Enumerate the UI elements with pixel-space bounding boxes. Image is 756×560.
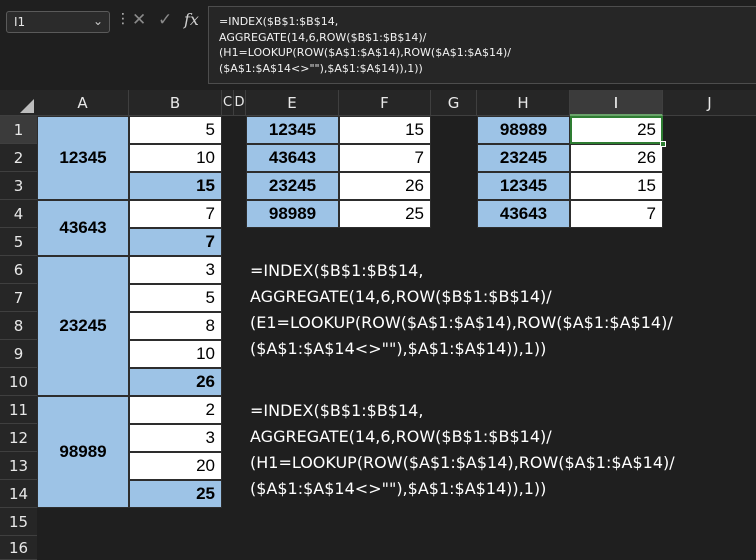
- column-header-c[interactable]: C: [222, 90, 234, 116]
- cell-b[interactable]: 10: [129, 144, 222, 172]
- formula-text-block-1: =INDEX($B$1:$B$14, AGGREGATE(14,6,ROW($B…: [250, 258, 673, 362]
- formula-text-line: =INDEX($B$1:$B$14,: [250, 261, 424, 280]
- row-header[interactable]: 13: [0, 452, 37, 480]
- cell-f[interactable]: 25: [339, 200, 431, 228]
- column-header-h[interactable]: H: [477, 90, 570, 116]
- column-header-i[interactable]: I: [570, 90, 663, 116]
- cell-h[interactable]: 43643: [477, 200, 570, 228]
- merged-cell-a[interactable]: 98989: [37, 396, 129, 508]
- merged-cell-a[interactable]: 23245: [37, 256, 129, 396]
- fill-handle[interactable]: [660, 141, 666, 147]
- cell-b[interactable]: 15: [129, 172, 222, 200]
- row-header[interactable]: 10: [0, 368, 37, 396]
- row-header[interactable]: 8: [0, 312, 37, 340]
- chevron-down-icon[interactable]: ⌄: [93, 14, 103, 28]
- cell-b[interactable]: 20: [129, 452, 222, 480]
- cell-b[interactable]: 2: [129, 396, 222, 424]
- row-header[interactable]: 3: [0, 172, 37, 200]
- cell-b[interactable]: 26: [129, 368, 222, 396]
- column-header-d[interactable]: D: [234, 90, 246, 116]
- row-header[interactable]: 1: [0, 116, 37, 144]
- formula-bar-area: I1 ⌄ ⋮ ✕ ✓ fx =INDEX($B$1:$B$14, AGGREGA…: [0, 0, 756, 90]
- name-box-value: I1: [14, 15, 26, 29]
- cell-b[interactable]: 25: [129, 480, 222, 508]
- column-header-b[interactable]: B: [129, 90, 222, 116]
- formula-text-line: =INDEX($B$1:$B$14,: [250, 401, 424, 420]
- formula-text-line: AGGREGATE(14,6,ROW($B$1:$B$14)/: [250, 287, 552, 306]
- cell-b[interactable]: 7: [129, 200, 222, 228]
- formula-line: (H1=LOOKUP(ROW($A$1:$A$14),ROW($A$1:$A$1…: [219, 46, 511, 59]
- cell-b[interactable]: 3: [129, 256, 222, 284]
- cell-i[interactable]: 7: [570, 200, 663, 228]
- cell-e[interactable]: 12345: [246, 116, 339, 144]
- cell-e[interactable]: 43643: [246, 144, 339, 172]
- insert-function-icon[interactable]: fx: [184, 10, 199, 29]
- merged-cell-a[interactable]: 12345: [37, 116, 129, 200]
- column-header-e[interactable]: E: [246, 90, 339, 116]
- column-header-j[interactable]: J: [663, 90, 756, 116]
- row-header[interactable]: 6: [0, 256, 37, 284]
- cell-e[interactable]: 23245: [246, 172, 339, 200]
- formula-text-line: AGGREGATE(14,6,ROW($B$1:$B$14)/: [250, 427, 552, 446]
- row-header[interactable]: 7: [0, 284, 37, 312]
- column-header-g[interactable]: G: [431, 90, 477, 116]
- row-header[interactable]: 11: [0, 396, 37, 424]
- formula-input[interactable]: =INDEX($B$1:$B$14, AGGREGATE(14,6,ROW($B…: [208, 6, 756, 84]
- row-header[interactable]: 2: [0, 144, 37, 172]
- cancel-icon[interactable]: ✕: [132, 10, 146, 30]
- row-header[interactable]: 12: [0, 424, 37, 452]
- cell-b[interactable]: 7: [129, 228, 222, 256]
- name-box[interactable]: I1 ⌄: [6, 11, 110, 33]
- row-header[interactable]: 16: [0, 536, 37, 560]
- formula-text-line: ($A$1:$A$14<>""),$A$1:$A$14)),1)): [250, 339, 547, 358]
- cell-f[interactable]: 26: [339, 172, 431, 200]
- cell-f[interactable]: 15: [339, 116, 431, 144]
- select-all-button[interactable]: [0, 90, 37, 116]
- formula-text-line: ($A$1:$A$14<>""),$A$1:$A$14)),1)): [250, 479, 547, 498]
- formula-buttons: ✕ ✓ fx: [128, 10, 206, 34]
- column-header-f[interactable]: F: [339, 90, 431, 116]
- cell-e[interactable]: 98989: [246, 200, 339, 228]
- formula-text-line: (H1=LOOKUP(ROW($A$1:$A$14),ROW($A$1:$A$1…: [250, 453, 675, 472]
- cell-b[interactable]: 8: [129, 312, 222, 340]
- row-header[interactable]: 5: [0, 228, 37, 256]
- row-header[interactable]: 15: [0, 508, 37, 536]
- formula-line: AGGREGATE(14,6,ROW($B$1:$B$14)/: [219, 30, 427, 44]
- row-header[interactable]: 4: [0, 200, 37, 228]
- cell-b[interactable]: 10: [129, 340, 222, 368]
- column-headers: A B C D E F G H I J: [0, 90, 756, 116]
- cell-h[interactable]: 23245: [477, 144, 570, 172]
- cell-h[interactable]: 98989: [477, 116, 570, 144]
- cell-b[interactable]: 5: [129, 284, 222, 312]
- cell-i-active[interactable]: 25: [570, 116, 663, 144]
- formula-text-block-2: =INDEX($B$1:$B$14, AGGREGATE(14,6,ROW($B…: [250, 398, 675, 502]
- formula-line: =INDEX($B$1:$B$14,: [219, 15, 339, 28]
- row-header[interactable]: 9: [0, 340, 37, 368]
- cell-b[interactable]: 5: [129, 116, 222, 144]
- cell-f[interactable]: 7: [339, 144, 431, 172]
- formula-text-line: (E1=LOOKUP(ROW($A$1:$A$14),ROW($A$1:$A$1…: [250, 313, 673, 332]
- cell-h[interactable]: 12345: [477, 172, 570, 200]
- merged-cell-a[interactable]: 43643: [37, 200, 129, 256]
- column-header-a[interactable]: A: [37, 90, 129, 116]
- worksheet-grid[interactable]: A B C D E F G H I J 1 2 3 4 5 6 7 8 9 10…: [0, 90, 756, 560]
- cell-i[interactable]: 26: [570, 144, 663, 172]
- row-header[interactable]: 14: [0, 480, 37, 508]
- cell-b[interactable]: 3: [129, 424, 222, 452]
- formula-line: ($A$1:$A$14<>""),$A$1:$A$14)),1)): [219, 61, 423, 75]
- enter-icon[interactable]: ✓: [158, 10, 172, 30]
- cell-i[interactable]: 15: [570, 172, 663, 200]
